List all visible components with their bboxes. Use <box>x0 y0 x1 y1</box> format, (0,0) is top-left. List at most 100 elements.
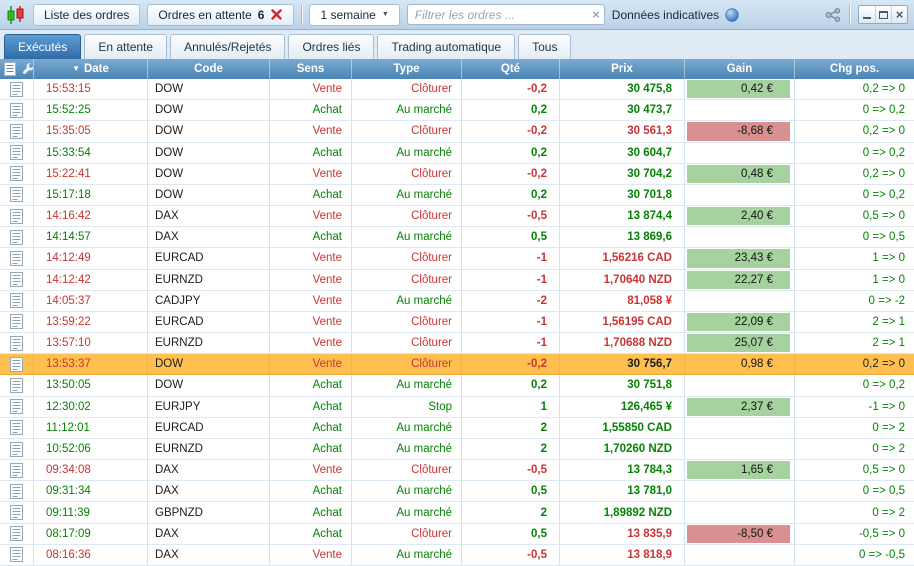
order-details-icon[interactable] <box>10 81 23 97</box>
column-header-type[interactable]: Type <box>352 59 462 79</box>
table-row[interactable]: 14:16:42 DAX Vente Clôturer -0,5 13 874,… <box>0 206 914 228</box>
cell-gain: -8,50 € <box>685 523 795 544</box>
tab-en-attente[interactable]: En attente <box>84 34 168 59</box>
order-details-icon[interactable] <box>10 123 23 139</box>
maximize-button[interactable] <box>875 6 891 23</box>
order-details-icon[interactable] <box>10 208 23 224</box>
table-row[interactable]: 13:59:22 EURCAD Vente Clôturer -1 1,5619… <box>0 311 914 334</box>
orders-window: Liste des ordres Ordres en attente 6 1 s… <box>0 0 914 566</box>
cell-price: 30 704,2 <box>560 163 685 184</box>
period-dropdown[interactable]: 1 semaine ▼ <box>309 3 400 26</box>
order-details-icon[interactable] <box>10 526 23 542</box>
cell-gain <box>685 142 795 163</box>
cell-row-icon <box>0 523 34 544</box>
table-row[interactable]: 14:12:42 EURNZD Vente Clôturer -1 1,7064… <box>0 269 914 291</box>
table-row[interactable]: 15:33:54 DOW Achat Au marché 0,2 30 604,… <box>0 142 914 164</box>
wrench-icon[interactable] <box>21 62 33 76</box>
cell-position-change: 0 => 0,5 <box>862 231 905 244</box>
order-details-icon[interactable] <box>10 547 23 563</box>
document-icon[interactable] <box>4 62 16 76</box>
table-row[interactable]: 09:31:34 DAX Achat Au marché 0,5 13 781,… <box>0 481 914 503</box>
cell-qty: -0,2 <box>462 163 560 184</box>
cell-price: 30 475,8 <box>560 79 685 100</box>
order-details-icon[interactable] <box>10 335 23 351</box>
cell-qty: 0,5 <box>462 481 560 502</box>
column-header-date[interactable]: ▼ Date <box>34 59 148 79</box>
table-row[interactable]: 14:14:57 DAX Achat Au marché 0,5 13 869,… <box>0 227 914 249</box>
cell-date: 08:17:09 <box>34 523 148 544</box>
cell-type: Au marché <box>352 438 462 460</box>
cell-gain <box>685 502 795 523</box>
table-row[interactable]: 11:12:01 EURCAD Achat Au marché 2 1,5585… <box>0 417 914 439</box>
filter-input[interactable] <box>406 4 605 25</box>
order-details-icon[interactable] <box>10 462 23 478</box>
column-header-price[interactable]: Prix <box>560 59 685 79</box>
column-header-gain[interactable]: Gain <box>685 59 795 79</box>
table-row[interactable]: 10:52:06 EURNZD Achat Au marché 2 1,7026… <box>0 438 914 461</box>
table-row[interactable]: 09:11:39 GBPNZD Achat Au marché 2 1,8989… <box>0 502 914 524</box>
cell-price: 30 561,3 <box>560 121 685 142</box>
order-details-icon[interactable] <box>10 483 23 499</box>
gain-value: 25,07 € <box>687 334 790 353</box>
tab-executes[interactable]: Exécutés <box>4 34 82 59</box>
tab-annules-rejetes[interactable]: Annulés/Rejetés <box>170 34 286 59</box>
table-row[interactable]: 15:17:18 DOW Achat Au marché 0,2 30 701,… <box>0 184 914 207</box>
order-details-icon[interactable] <box>10 250 23 266</box>
order-details-icon[interactable] <box>10 272 23 288</box>
table-row[interactable]: 14:12:49 EURCAD Vente Clôturer -1 1,5621… <box>0 248 914 270</box>
cell-qty: -1 <box>462 269 560 290</box>
cell-position-change: -1 => 0 <box>868 400 905 413</box>
cell-price: 126,465 ¥ <box>560 396 685 417</box>
tab-tous[interactable]: Tous <box>518 34 572 59</box>
cell-type: Au marché <box>352 481 462 502</box>
close-button[interactable]: × <box>891 6 907 23</box>
order-details-icon[interactable] <box>10 356 23 372</box>
cell-sens: Vente <box>270 269 352 290</box>
column-header-code[interactable]: Code <box>148 59 270 79</box>
table-row[interactable]: 13:57:10 EURNZD Vente Clôturer -1 1,7068… <box>0 333 914 355</box>
pending-orders-button[interactable]: Ordres en attente 6 <box>147 3 295 26</box>
order-details-icon[interactable] <box>10 145 23 161</box>
order-details-icon[interactable] <box>10 187 23 203</box>
column-header-sens[interactable]: Sens <box>270 59 352 79</box>
close-pending-tab-icon[interactable] <box>270 8 284 21</box>
order-details-icon[interactable] <box>10 314 23 330</box>
order-details-icon[interactable] <box>10 377 23 393</box>
table-row[interactable]: 15:53:15 DOW Vente Clôturer -0,2 30 475,… <box>0 79 914 101</box>
table-row[interactable]: 15:52:25 DOW Achat Au marché 0,2 30 473,… <box>0 100 914 122</box>
cell-code: GBPNZD <box>148 502 270 523</box>
table-row[interactable]: 08:16:36 DAX Vente Au marché -0,5 13 818… <box>0 544 914 566</box>
cell-type: Clôturer <box>352 206 462 227</box>
table-row[interactable]: 09:34:08 DAX Vente Clôturer -0,5 13 784,… <box>0 460 914 482</box>
order-details-icon[interactable] <box>10 166 23 182</box>
table-row[interactable]: 14:05:37 CADJPY Vente Au marché -2 81,05… <box>0 290 914 312</box>
info-bubble-icon[interactable] <box>725 7 739 22</box>
list-orders-button[interactable]: Liste des ordres <box>33 3 141 26</box>
order-details-icon[interactable] <box>10 229 23 245</box>
clear-filter-icon[interactable]: × <box>592 8 600 21</box>
column-header-chg[interactable]: Chg pos. <box>795 59 914 79</box>
cell-sens: Achat <box>270 142 352 163</box>
tab-trading-automatique[interactable]: Trading automatique <box>377 34 516 59</box>
order-details-icon[interactable] <box>10 399 23 415</box>
cell-qty: -0,2 <box>462 354 560 375</box>
tab-ordres-lies[interactable]: Ordres liés <box>288 34 375 59</box>
order-details-icon[interactable] <box>10 420 23 436</box>
column-header-qty[interactable]: Qté <box>462 59 560 79</box>
column-label: Prix <box>611 63 633 75</box>
order-details-icon[interactable] <box>10 293 23 309</box>
order-details-icon[interactable] <box>10 505 23 521</box>
share-icon[interactable] <box>825 7 841 22</box>
cell-row-icon <box>0 142 34 163</box>
cell-type: Au marché <box>352 100 462 121</box>
cell-gain: 25,07 € <box>685 333 795 354</box>
table-row[interactable]: 08:17:09 DAX Achat Clôturer 0,5 13 835,9… <box>0 523 914 545</box>
table-row[interactable]: 13:53:37 DOW Vente Clôturer -0,2 30 756,… <box>0 354 914 376</box>
minimize-button[interactable] <box>859 6 875 23</box>
table-row[interactable]: 13:50:05 DOW Achat Au marché 0,2 30 751,… <box>0 375 914 397</box>
table-row[interactable]: 15:35:05 DOW Vente Clôturer -0,2 30 561,… <box>0 121 914 143</box>
table-row[interactable]: 15:22:41 DOW Vente Clôturer -0,2 30 704,… <box>0 163 914 185</box>
order-details-icon[interactable] <box>10 441 23 457</box>
order-details-icon[interactable] <box>10 102 23 118</box>
table-row[interactable]: 12:30:02 EURJPY Achat Stop 1 126,465 ¥ 2… <box>0 396 914 418</box>
